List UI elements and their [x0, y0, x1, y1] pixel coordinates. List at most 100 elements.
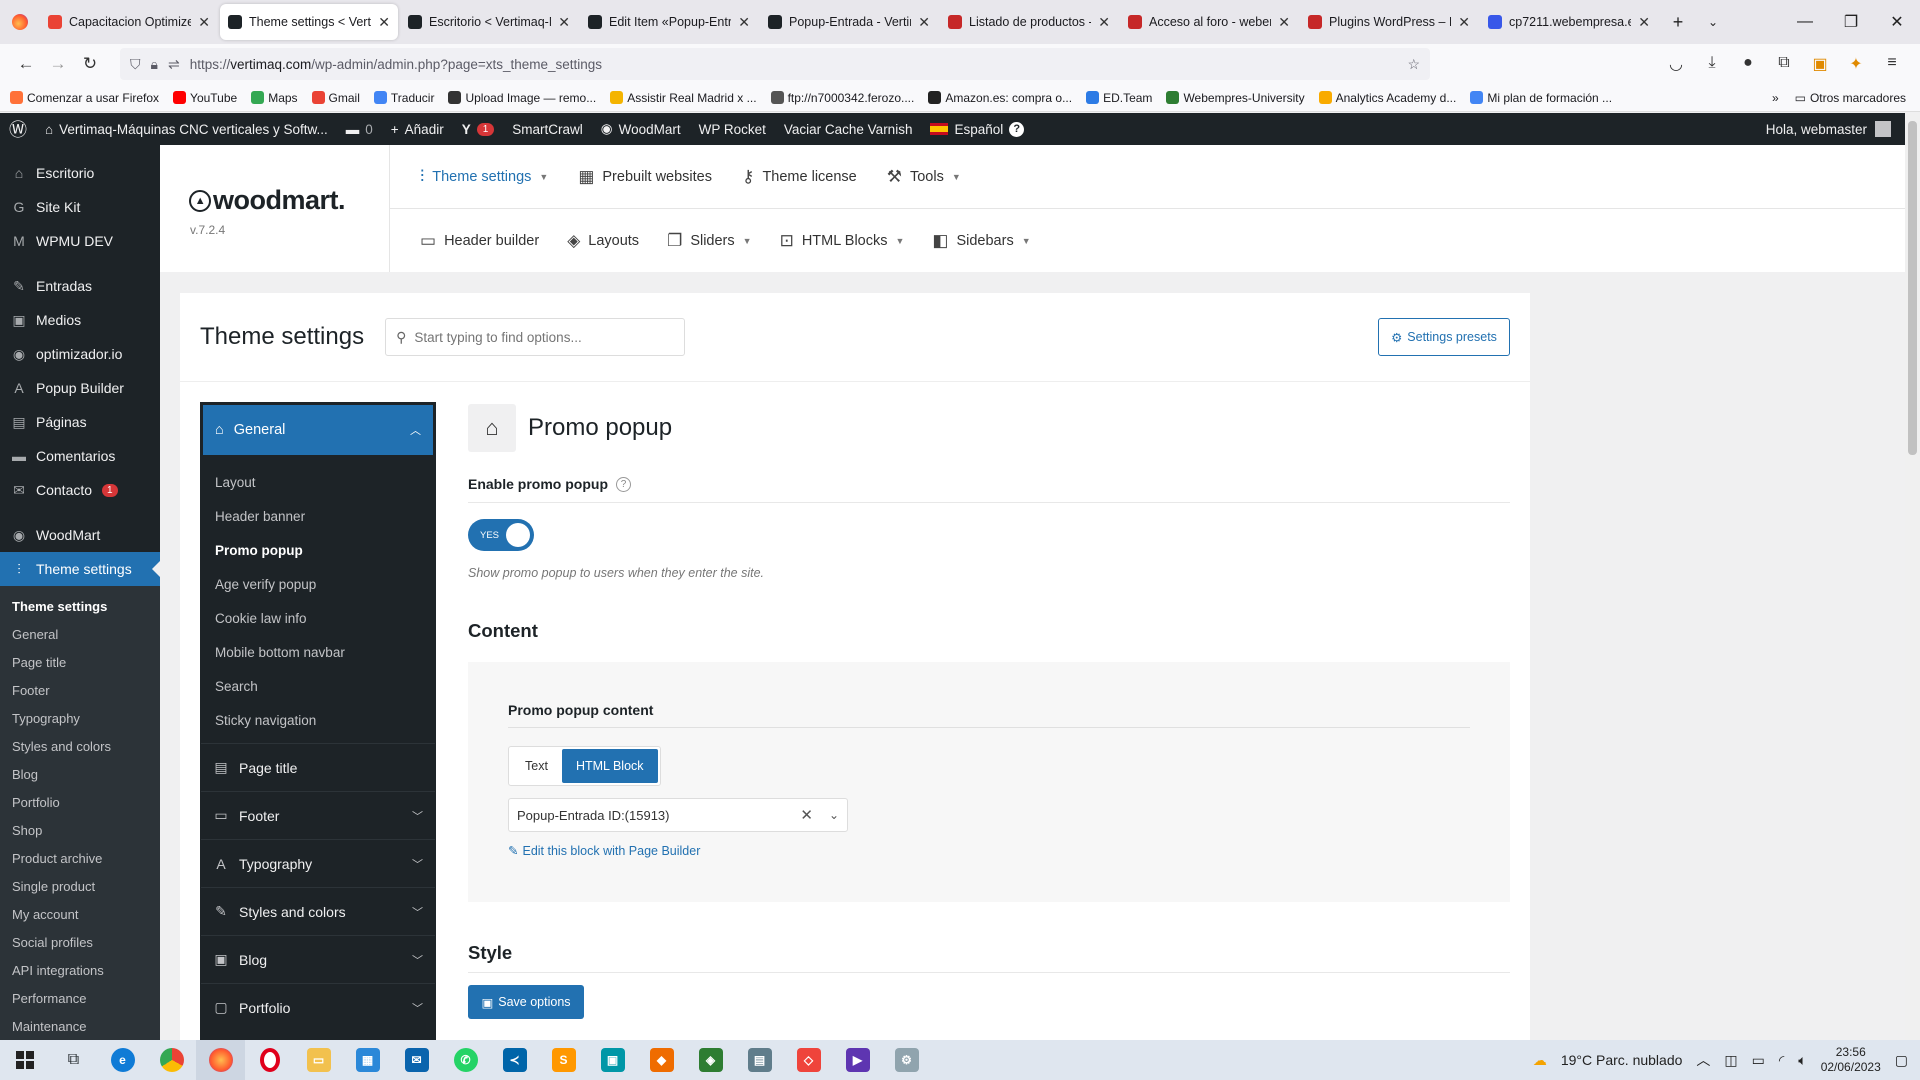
menu-item-wpmu-dev[interactable]: M WPMU DEV	[0, 224, 160, 258]
submenu-item[interactable]: Single product	[0, 872, 160, 900]
close-tab-icon[interactable]: ✕	[558, 14, 570, 31]
start-button[interactable]	[0, 1040, 49, 1080]
shield-icon[interactable]: ⛉	[130, 56, 141, 73]
bookmark-item[interactable]: YouTube	[173, 91, 237, 105]
page-scrollbar[interactable]	[1905, 113, 1920, 1040]
bookmark-item[interactable]: Upload Image — remo...	[448, 91, 596, 105]
mail-icon[interactable]: ✉	[392, 1040, 441, 1080]
add-new-link[interactable]: + Añadir	[382, 113, 453, 145]
clock[interactable]: 23:56 02/06/2023	[1821, 1045, 1881, 1075]
menu-icon[interactable]: ≡	[1876, 54, 1908, 74]
menu-item-contacto[interactable]: ✉ Contacto 1	[0, 473, 160, 507]
submenu-item[interactable]: Maintenance	[0, 1012, 160, 1040]
reload-icon[interactable]: ↻	[74, 48, 106, 80]
extension-alt-icon[interactable]: ✦	[1840, 54, 1872, 74]
nav-group-page-title[interactable]: ▤ Page title	[201, 743, 435, 791]
account-menu[interactable]: Hola, webmaster	[1766, 121, 1905, 137]
close-tab-icon[interactable]: ✕	[1278, 14, 1290, 31]
browser-tab[interactable]: Capacitacion Optimize ✕	[40, 4, 218, 40]
woodmart-nav-tools[interactable]: ⚒ Tools ▼	[887, 167, 961, 187]
submenu-item[interactable]: Footer	[0, 676, 160, 704]
close-tab-icon[interactable]: ✕	[198, 14, 210, 31]
woodmart-link[interactable]: ◉ WoodMart	[592, 113, 690, 145]
woodmart-nav-sidebars[interactable]: ◧ Sidebars ▼	[932, 231, 1030, 251]
other-bookmarks[interactable]: ▭ Otros marcadores	[1795, 91, 1906, 105]
woodmart-nav-prebuilt-websites[interactable]: ▦ Prebuilt websites	[578, 167, 712, 187]
submenu-item[interactable]: General	[0, 620, 160, 648]
clear-icon[interactable]: ✕	[800, 806, 813, 824]
minimize-icon[interactable]: —	[1782, 13, 1828, 31]
volume-icon[interactable]: 🔈︎	[1798, 1052, 1806, 1069]
segment-text[interactable]: Text	[511, 749, 562, 783]
restore-icon[interactable]: ❐	[1828, 12, 1874, 32]
opera-icon[interactable]	[245, 1040, 294, 1080]
extension-badge-icon[interactable]: ▣	[1804, 54, 1836, 74]
app-blue-icon[interactable]: ▣	[588, 1040, 637, 1080]
app-orange-icon[interactable]: ◆	[637, 1040, 686, 1080]
nav-section-general[interactable]: ⌂ General ︿	[203, 405, 433, 455]
nav-group-styles-and-colors[interactable]: ✎ Styles and colors ﹀	[201, 887, 435, 935]
bookmark-item[interactable]: Maps	[251, 91, 298, 105]
chrome-icon[interactable]	[147, 1040, 196, 1080]
nav-subsection-header-banner[interactable]: Header banner	[201, 499, 435, 533]
menu-item-comentarios[interactable]: ▬ Comentarios	[0, 439, 160, 473]
app-tool-icon[interactable]: ⚙	[882, 1040, 931, 1080]
url-bar[interactable]: ⛉ 🔒︎ ⇌ https://vertimaq.com/wp-admin/adm…	[120, 48, 1430, 80]
extensions-icon[interactable]: ⧉	[1768, 54, 1800, 74]
network-icon[interactable]: ◫	[1724, 1052, 1737, 1069]
menu-item-optimizador-io[interactable]: ◉ optimizador.io	[0, 337, 160, 371]
firefox-icon[interactable]	[0, 0, 40, 44]
edit-block-link[interactable]: ✎ Edit this block with Page Builder	[508, 843, 1470, 859]
tab-list-chevron-icon[interactable]: ⌄	[1698, 15, 1728, 29]
submenu-item[interactable]: Page title	[0, 648, 160, 676]
profile-icon[interactable]: ●	[1732, 54, 1764, 74]
woodmart-nav-html-blocks[interactable]: ⊡ HTML Blocks ▼	[780, 231, 905, 251]
firefox-taskbar-icon[interactable]	[196, 1040, 245, 1080]
nav-group-portfolio[interactable]: ▢ Portfolio ﹀	[201, 983, 435, 1031]
sublime-icon[interactable]: S	[539, 1040, 588, 1080]
store-icon[interactable]: ▦	[343, 1040, 392, 1080]
woodmart-nav-theme-settings[interactable]: ⫶ Theme settings ▼	[420, 167, 548, 187]
bookmark-star-icon[interactable]: ☆	[1407, 56, 1420, 73]
browser-tab[interactable]: cp7211.webempresa.eu ✕	[1480, 4, 1658, 40]
settings-presets-button[interactable]: ⚙ Settings presets	[1378, 318, 1510, 356]
tray-chevron-icon[interactable]: ︿	[1696, 1050, 1710, 1070]
enable-promo-popup-toggle[interactable]: YES	[468, 519, 534, 551]
save-options-button[interactable]: ▣ Save options	[468, 985, 584, 1019]
bookmark-item[interactable]: ED.Team	[1086, 91, 1152, 105]
edge-icon[interactable]: e	[98, 1040, 147, 1080]
submenu-item[interactable]: Theme settings	[0, 592, 160, 620]
submenu-item[interactable]: My account	[0, 900, 160, 928]
notifications-icon[interactable]: ▢	[1895, 1052, 1908, 1069]
bookmark-item[interactable]: Traducir	[373, 91, 434, 105]
bookmark-item[interactable]: Webempres-University	[1166, 91, 1305, 105]
submenu-item[interactable]: Shop	[0, 816, 160, 844]
anydesk-icon[interactable]: ◇	[784, 1040, 833, 1080]
menu-item-popup-builder[interactable]: A Popup Builder	[0, 371, 160, 405]
bookmark-item[interactable]: Assistir Real Madrid x ...	[610, 91, 757, 105]
woodmart-nav-header-builder[interactable]: ▭ Header builder	[420, 231, 539, 251]
app-gray-icon[interactable]: ▤	[735, 1040, 784, 1080]
close-tab-icon[interactable]: ✕	[378, 14, 390, 31]
close-tab-icon[interactable]: ✕	[918, 14, 930, 31]
nav-subsection-age-verify-popup[interactable]: Age verify popup	[201, 567, 435, 601]
browser-tab[interactable]: Edit Item «Popup-Entra ✕	[580, 4, 758, 40]
weather-text[interactable]: 19°C Parc. nublado	[1561, 1052, 1683, 1068]
more-bookmarks-icon[interactable]: »	[1772, 91, 1779, 105]
menu-item-site-kit[interactable]: G Site Kit	[0, 190, 160, 224]
woodmart-logo[interactable]: ▲ woodmart.	[189, 185, 346, 216]
woodmart-nav-layouts[interactable]: ◈ Layouts	[567, 231, 639, 251]
back-icon[interactable]: ←	[10, 48, 42, 80]
chevron-down-icon[interactable]: ⌄	[829, 808, 839, 822]
permissions-icon[interactable]: ⇌	[168, 56, 180, 73]
woodmart-nav-theme-license[interactable]: ⚷ Theme license	[742, 167, 857, 187]
help-icon[interactable]: ?	[616, 476, 631, 492]
bookmark-item[interactable]: Mi plan de formación ...	[1470, 91, 1612, 105]
nav-group-blog[interactable]: ▣ Blog ﹀	[201, 935, 435, 983]
submenu-item[interactable]: Social profiles	[0, 928, 160, 956]
segment-html-block[interactable]: HTML Block	[561, 749, 658, 783]
menu-item-woodmart[interactable]: ◉ WoodMart	[0, 518, 160, 552]
settings-search[interactable]: ⚲	[385, 318, 686, 356]
menu-item-theme-settings[interactable]: ⫶ Theme settings	[0, 552, 160, 586]
forward-icon[interactable]: →	[42, 48, 74, 80]
